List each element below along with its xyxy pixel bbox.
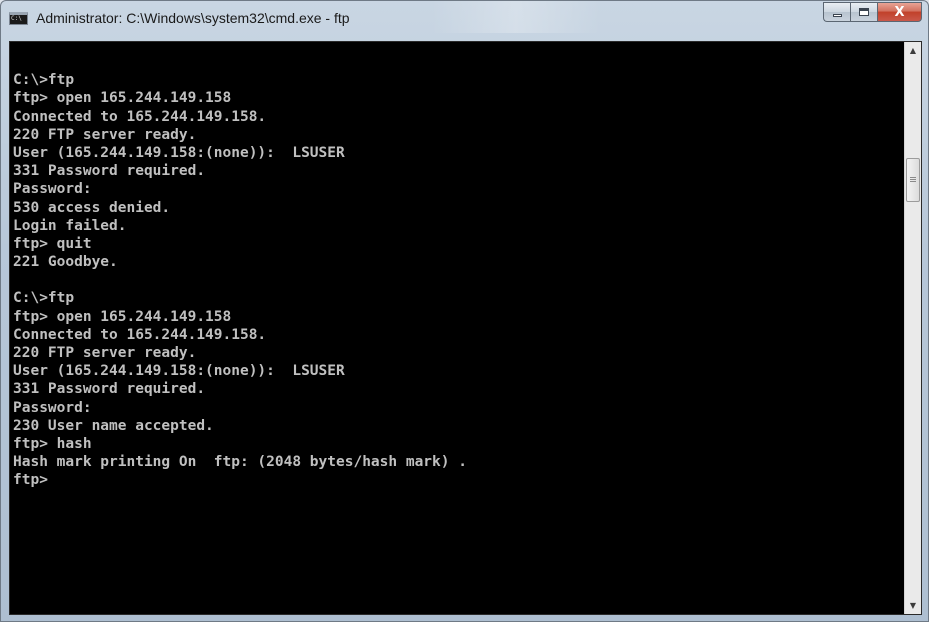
console-line: 331 Password required. <box>13 163 206 180</box>
minimize-icon <box>832 13 842 17</box>
scroll-down-arrow-icon[interactable]: ▼ <box>905 597 921 614</box>
scroll-up-arrow-icon[interactable]: ▲ <box>905 42 921 59</box>
console-line: ftp> quit <box>13 235 92 252</box>
console-line: ftp> open 165.244.149.158 <box>13 308 232 325</box>
console-output: C:\>ftp ftp> open 165.244.149.158 Connecte… <box>13 53 898 490</box>
window-title: Administrator: C:\Windows\system32\cmd.e… <box>36 10 350 26</box>
title-bar[interactable]: C:\ Administrator: C:\Windows\system32\c… <box>1 1 928 33</box>
console-line: 230 User name accepted. <box>13 417 214 434</box>
title-bar-glass <box>431 1 601 33</box>
minimize-button[interactable] <box>823 2 850 22</box>
console-line: Connected to 165.244.149.158. <box>13 108 267 125</box>
grip-icon <box>910 177 916 183</box>
console-line: ftp> hash <box>13 435 92 452</box>
console-line: Hash mark printing On ftp: (2048 bytes/h… <box>13 454 467 471</box>
console-line: 220 FTP server ready. <box>13 345 197 361</box>
console-line: ftp> open 165.244.149.158 <box>13 90 232 107</box>
scroll-thumb[interactable] <box>906 157 920 202</box>
console-line: 530 access denied. <box>13 199 171 216</box>
console-line: Connected to 165.244.149.158. <box>13 326 267 343</box>
console-line: 220 FTP server ready. <box>13 126 197 143</box>
console-line: ftp> <box>13 472 48 489</box>
maximize-icon <box>859 8 869 16</box>
console-line: Login failed. <box>13 217 127 234</box>
console-line: C:\>ftp <box>13 72 75 89</box>
caption-buttons: X <box>823 2 922 22</box>
console-line: User (165.244.149.158:(none)): LSUSER <box>13 144 345 161</box>
cmd-console-icon[interactable]: C:\ <box>9 12 28 25</box>
maximize-button[interactable] <box>850 2 877 22</box>
console-line: Password: <box>13 181 92 198</box>
console-area[interactable]: C:\>ftp ftp> open 165.244.149.158 Connecte… <box>9 41 922 615</box>
console-line: C:\>ftp <box>13 290 75 307</box>
console-line: 331 Password required. <box>13 381 206 398</box>
close-icon: X <box>894 4 905 20</box>
close-button[interactable]: X <box>877 2 922 22</box>
console-line: 221 Goodbye. <box>13 254 118 271</box>
console-line: User (165.244.149.158:(none)): LSUSER <box>13 363 345 380</box>
console-line: Password: <box>13 399 92 416</box>
console-window: C:\ Administrator: C:\Windows\system32\c… <box>0 0 929 622</box>
vertical-scrollbar[interactable]: ▲ ▼ <box>904 42 921 614</box>
